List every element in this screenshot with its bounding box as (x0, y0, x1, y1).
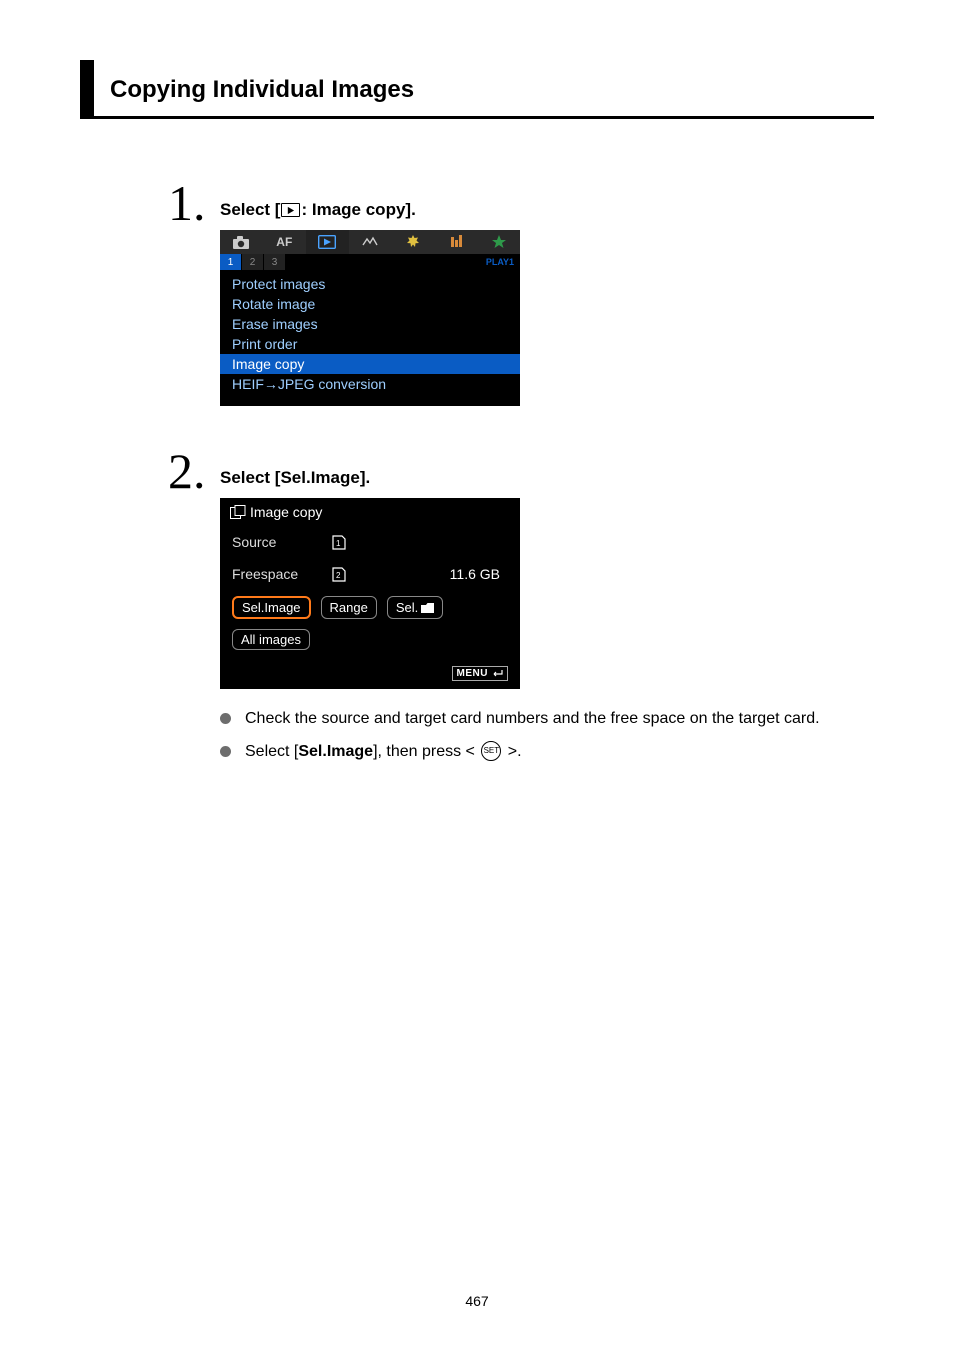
freespace-row: Freespace 2 11.6 GB (220, 558, 520, 590)
bullet-2-d: >. (503, 743, 521, 760)
step-1: 1. Select [ : Image copy]. AF (168, 168, 874, 406)
sel-folder-button: Sel. (387, 596, 443, 619)
tab-setup-icon (391, 230, 434, 254)
subtab-2: 2 (242, 254, 264, 270)
step-2-body: Select [Sel.Image]. Image copy Source 1 (220, 436, 874, 773)
bullet-dot-icon (220, 746, 231, 757)
menu-return-badge: MENU (452, 666, 508, 681)
bullet-2-text: Select [Sel.Image], then press < SET >. (245, 740, 874, 763)
bullet-2: Select [Sel.Image], then press < SET >. (220, 740, 874, 763)
menu-item-print: Print order (220, 334, 520, 354)
menu-item-image-copy: Image copy (220, 354, 520, 374)
page-title: Copying Individual Images (110, 76, 414, 104)
subtab-spacer (286, 254, 486, 270)
bullet-1-text: Check the source and target card numbers… (245, 707, 874, 730)
svg-text:1: 1 (336, 539, 341, 548)
step-2-title: Select [Sel.Image]. (220, 468, 874, 488)
source-row: Source 1 (220, 526, 520, 558)
all-images-button: All images (232, 629, 310, 650)
menu-item-rotate: Rotate image (220, 294, 520, 314)
menu-return-label: MENU (457, 668, 488, 679)
subtab-3: 3 (264, 254, 286, 270)
camera-menu-screenshot: AF (220, 230, 520, 406)
step-1-title-suffix: : Image copy]. (301, 200, 415, 220)
content: 1. Select [ : Image copy]. AF (168, 168, 874, 803)
subtab-1: 1 (220, 254, 242, 270)
page-number: 467 (0, 1293, 954, 1309)
step-number-2: 2. (168, 436, 220, 496)
step-number-1: 1. (168, 168, 220, 228)
step-1-title: Select [ : Image copy]. (220, 200, 874, 220)
bullet-1: Check the source and target card numbers… (220, 707, 874, 730)
tab-custom-icon (434, 230, 477, 254)
source-card-icon: 1 (332, 534, 372, 550)
folder-icon (421, 603, 434, 613)
step-2-bullets: Check the source and target card numbers… (220, 707, 874, 763)
subtab-play-label: PLAY1 (486, 254, 520, 270)
tab-shooting-icon (220, 230, 263, 254)
sel-image-button: Sel.Image (232, 596, 311, 619)
camera-menu-items: Protect images Rotate image Erase images… (220, 270, 520, 406)
freespace-card-icon: 2 (332, 566, 372, 582)
menu-item-protect: Protect images (220, 274, 520, 294)
step-1-title-prefix: Select [ (220, 200, 280, 220)
playback-menu-icon (281, 203, 300, 217)
image-copy-header: Image copy (220, 498, 520, 526)
tab-wireless-icon (349, 230, 392, 254)
image-copy-header-text: Image copy (250, 504, 322, 520)
freespace-value: 11.6 GB (372, 566, 508, 582)
image-copy-footer: MENU (220, 656, 520, 689)
tab-playback-icon (306, 230, 349, 254)
svg-text:2: 2 (336, 571, 341, 580)
image-copy-buttons: Sel.Image Range Sel. All images (220, 590, 520, 656)
step-1-body: Select [ : Image copy]. AF (220, 168, 874, 406)
bullet-dot-icon (220, 713, 231, 724)
page: Copying Individual Images 1. Select [ : … (0, 0, 954, 1345)
title-divider (80, 116, 874, 119)
tab-af-label: AF (276, 235, 292, 249)
camera-menu-subtabs: 1 2 3 PLAY1 (220, 254, 520, 270)
image-copy-screen: Image copy Source 1 Freespace 2 (220, 498, 520, 689)
bullet-2-a: Select [ (245, 743, 298, 760)
step-2: 2. Select [Sel.Image]. Image copy Source… (168, 436, 874, 773)
return-icon (491, 669, 503, 678)
camera-menu-top-tabs: AF (220, 230, 520, 254)
bullet-2-bold: Sel.Image (298, 743, 373, 760)
tab-af: AF (263, 230, 306, 254)
range-button: Range (321, 596, 377, 619)
freespace-label: Freespace (232, 566, 332, 582)
menu-item-erase: Erase images (220, 314, 520, 334)
sel-folder-label: Sel. (396, 600, 418, 615)
bullet-2-c: ], then press < (373, 743, 479, 760)
menu-item-heif: HEIF→JPEG conversion (220, 374, 520, 394)
card-copy-icon (230, 505, 246, 519)
source-label: Source (232, 534, 332, 550)
tab-mymenu-icon (477, 230, 520, 254)
title-bar-accent (80, 60, 94, 116)
set-button-icon: SET (481, 741, 501, 761)
